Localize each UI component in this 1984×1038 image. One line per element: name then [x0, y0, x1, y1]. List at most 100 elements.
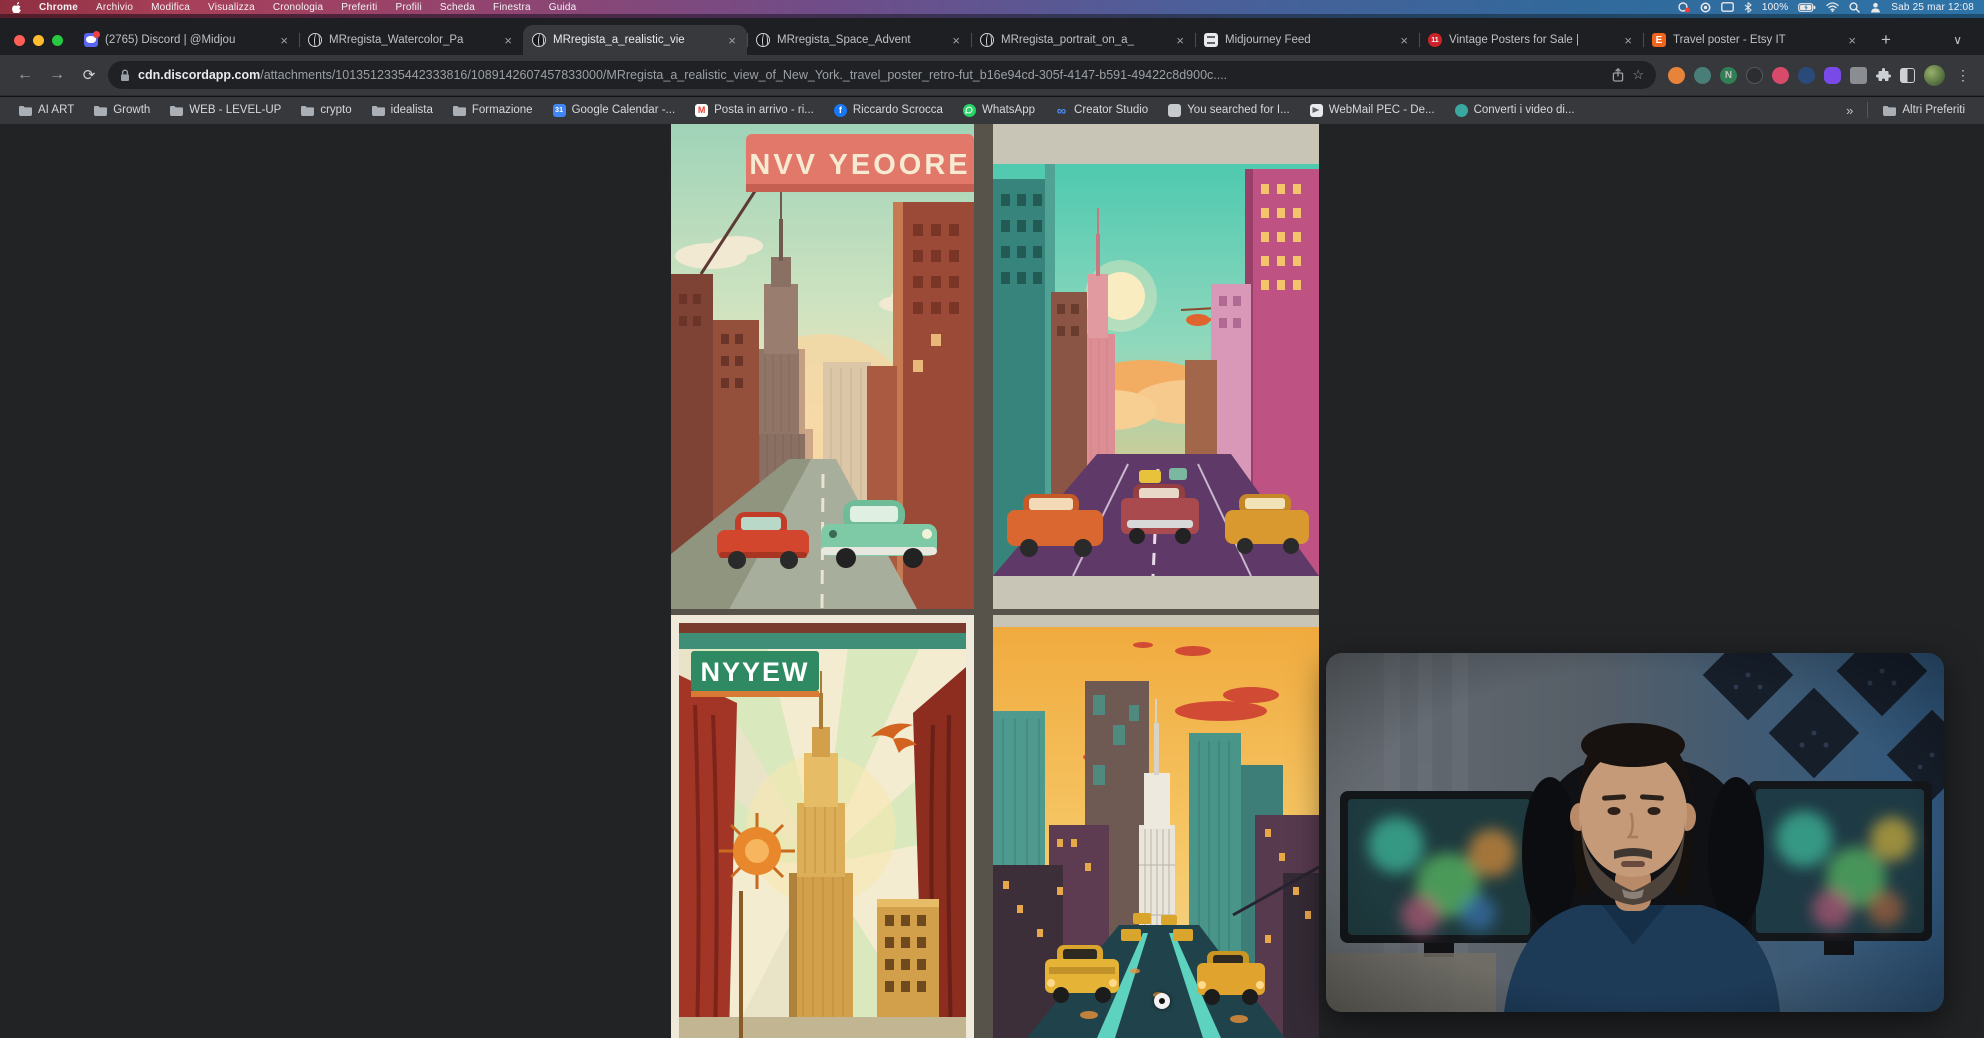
menu-item-profili[interactable]: Profili	[386, 2, 430, 13]
extensions-puzzle-icon[interactable]	[1876, 68, 1891, 83]
bookmark-label: AI ART	[38, 104, 74, 116]
bookmark-label: crypto	[320, 104, 351, 116]
dark-mode-split-icon[interactable]	[1900, 68, 1915, 83]
close-window-button[interactable]	[14, 35, 25, 46]
bookmark-whatsapp[interactable]: WhatsApp	[954, 104, 1044, 117]
menu-item-cronologia[interactable]: Cronologia	[264, 2, 332, 13]
menu-item-guida[interactable]: Guida	[540, 2, 586, 13]
menu-item-scheda[interactable]: Scheda	[431, 2, 484, 13]
bookmark-creator-studio[interactable]: ∞ Creator Studio	[1046, 104, 1157, 117]
tabs-container: (2765) Discord | @Midjou × MRregista_Wat…	[75, 25, 1945, 55]
tab-realistic-view-active[interactable]: MRregista_a_realistic_vie ×	[523, 25, 747, 55]
bookmark-facebook-profile[interactable]: f Riccardo Scrocca	[825, 104, 952, 117]
tab-label: MRregista_Space_Advent	[777, 34, 943, 46]
globe-favicon	[308, 33, 322, 47]
tab-portrait[interactable]: MRregista_portrait_on_a_ ×	[971, 25, 1195, 55]
tab-close-icon[interactable]: ×	[502, 33, 514, 48]
spotlight-search-icon[interactable]	[1849, 2, 1860, 13]
globe-favicon	[532, 33, 546, 47]
extension-key-icon[interactable]	[1772, 67, 1789, 84]
bookmark-label: Google Calendar -...	[572, 104, 676, 116]
cursor-dot	[1159, 998, 1165, 1004]
tab-vintage-posters[interactable]: 11 Vintage Posters for Sale | ×	[1419, 25, 1643, 55]
tab-watercolor[interactable]: MRregista_Watercolor_Pa ×	[299, 25, 523, 55]
maximize-window-button[interactable]	[52, 35, 63, 46]
tab-close-icon[interactable]: ×	[950, 33, 962, 48]
tab-close-icon[interactable]: ×	[1622, 33, 1634, 48]
bookmarks-overflow-chevron[interactable]: »	[1838, 103, 1861, 118]
bookmark-folder-formazione[interactable]: Formazione	[444, 104, 542, 117]
menu-clock[interactable]: Sab 25 mar 12:08	[1891, 2, 1974, 13]
bookmark-folder-crypto[interactable]: crypto	[292, 104, 360, 117]
back-button[interactable]: ←	[12, 66, 38, 84]
menu-item-modifica[interactable]: Modifica	[142, 2, 199, 13]
poster-top-left-image: NVV YEOORE	[671, 124, 974, 609]
recording-indicator-icon[interactable]	[1678, 2, 1690, 13]
bookmark-google-calendar[interactable]: 31 Google Calendar -...	[544, 104, 685, 117]
bookmark-star-icon[interactable]: ☆	[1632, 67, 1644, 83]
tab-search-chevron-icon[interactable]: ∨	[1945, 33, 1976, 55]
tab-discord[interactable]: (2765) Discord | @Midjou ×	[75, 25, 299, 55]
battery-icon[interactable]	[1798, 3, 1816, 12]
webcam-overlay[interactable]	[1326, 653, 1944, 1012]
chrome-menu-kebab-icon[interactable]: ⋮	[1954, 67, 1972, 84]
tab-close-icon[interactable]: ×	[726, 33, 738, 48]
omnibox-url-field[interactable]: cdn.discordapp.com/attachments/101351233…	[108, 61, 1656, 89]
minimize-window-button[interactable]	[33, 35, 44, 46]
battery-percent-label: 100%	[1762, 2, 1788, 13]
bookmark-converti-video[interactable]: Converti i video di...	[1446, 104, 1584, 117]
left-drape	[679, 675, 737, 1038]
extension-dark-icon[interactable]	[1746, 67, 1763, 84]
tab-label: Vintage Posters for Sale |	[1449, 34, 1615, 46]
menu-item-finestra[interactable]: Finestra	[484, 2, 540, 13]
bookmark-label: Posta in arrivo - ri...	[714, 104, 814, 116]
tab-label: MRregista_portrait_on_a_	[1001, 34, 1167, 46]
user-switch-icon[interactable]	[1870, 2, 1881, 13]
top-marquee	[679, 633, 966, 649]
menu-item-preferiti[interactable]: Preferiti	[332, 2, 386, 13]
bookmark-folder-idealista[interactable]: idealista	[363, 104, 442, 117]
tab-close-icon[interactable]: ×	[1398, 33, 1410, 48]
extension-teal-icon[interactable]	[1694, 67, 1711, 84]
reload-button[interactable]: ⟳	[76, 66, 102, 84]
wifi-icon[interactable]	[1826, 2, 1839, 12]
extension-grid-icon[interactable]	[1850, 67, 1867, 84]
tab-label: MRregista_Watercolor_Pa	[329, 34, 495, 46]
apple-menu-icon[interactable]	[10, 2, 30, 13]
window-controls	[8, 35, 75, 55]
bluetooth-icon[interactable]	[1744, 2, 1752, 13]
tab-space-adventure[interactable]: MRregista_Space_Advent ×	[747, 25, 971, 55]
display-icon[interactable]	[1721, 2, 1734, 12]
bookmark-gmail-inbox[interactable]: M Posta in arrivo - ri...	[686, 104, 823, 117]
extension-orange-icon[interactable]	[1668, 67, 1685, 84]
menu-item-archivio[interactable]: Archivio	[87, 2, 142, 13]
poster-banner: NYYEW	[691, 651, 819, 697]
new-tab-button[interactable]: +	[1873, 27, 1899, 53]
tab-close-icon[interactable]: ×	[278, 33, 290, 48]
bookmark-folder-growth[interactable]: Growth	[85, 104, 159, 117]
bookmark-label: Riccardo Scrocca	[853, 104, 943, 116]
tab-etsy[interactable]: E Travel poster - Etsy IT ×	[1643, 25, 1867, 55]
extension-purple-icon[interactable]	[1824, 67, 1841, 84]
facebook-icon: f	[834, 104, 847, 117]
bookmark-folder-web-level-up[interactable]: WEB - LEVEL-UP	[161, 104, 290, 117]
menu-item-visualizza[interactable]: Visualizza	[199, 2, 264, 13]
share-icon[interactable]	[1612, 68, 1624, 82]
bookmark-webmail-pec[interactable]: WebMail PEC - De...	[1301, 104, 1444, 117]
tab-midjourney-feed[interactable]: Midjourney Feed ×	[1195, 25, 1419, 55]
extension-green-n-icon[interactable]: N	[1720, 67, 1737, 84]
bookmark-folder-ai-art[interactable]: AI ART	[10, 104, 83, 117]
forward-button[interactable]: →	[44, 66, 70, 84]
midjourney-poster-grid-image[interactable]: NVV YEOORE	[671, 124, 1319, 1038]
bookmark-folder-altri-preferiti[interactable]: Altri Preferiti	[1874, 104, 1974, 117]
lock-icon	[120, 69, 130, 82]
profile-avatar[interactable]	[1924, 65, 1945, 86]
record-circle-icon[interactable]	[1700, 2, 1711, 13]
menu-item-chrome[interactable]: Chrome	[30, 2, 87, 13]
extension-navy-icon[interactable]	[1798, 67, 1815, 84]
bookmark-you-searched[interactable]: You searched for I...	[1159, 104, 1299, 117]
tab-close-icon[interactable]: ×	[1174, 33, 1186, 48]
top-stripe	[679, 623, 966, 633]
tab-close-icon[interactable]: ×	[1846, 33, 1858, 48]
poster-title-text: NYYEW	[700, 657, 809, 687]
